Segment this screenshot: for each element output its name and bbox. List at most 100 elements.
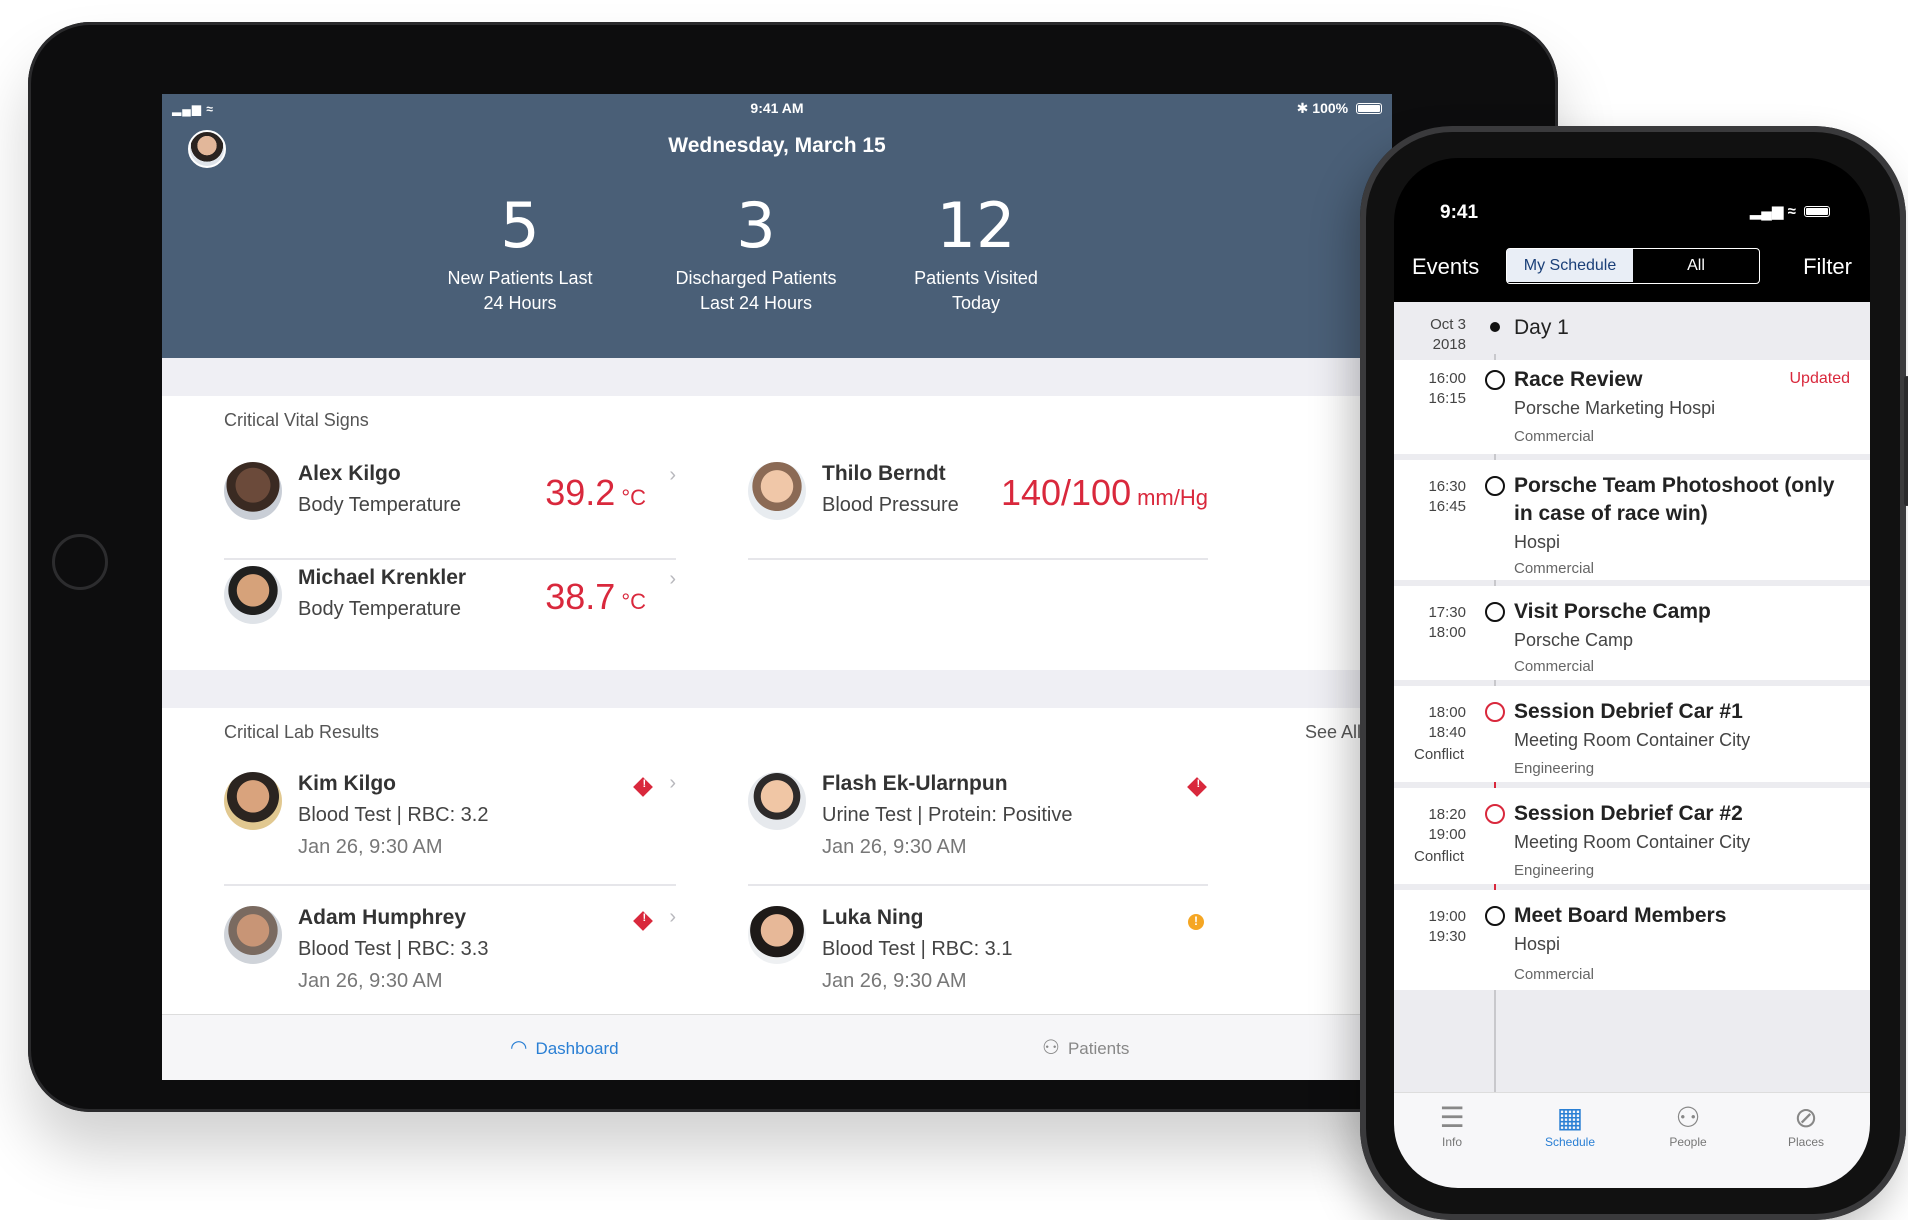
tab-people[interactable]: ⚇ People [1648,1101,1728,1149]
tab-schedule[interactable]: ▦ Schedule [1530,1101,1610,1149]
event-title-line1: Porsche Team Photoshoot (only [1514,474,1835,497]
timeline-circle-icon [1485,476,1505,496]
avatar [224,906,282,964]
timeline-circle-icon [1485,370,1505,390]
people-icon: ⚇ [1675,1102,1701,1133]
timeline-circle-icon [1485,906,1505,926]
event-location: Porsche Camp [1514,630,1634,650]
stat-patients-visited[interactable]: 12 Patients Visited Today [876,190,1076,316]
event-card-conflict[interactable]: 18:00 18:40 Conflict Session Debrief Car… [1394,686,1870,782]
segment-all[interactable]: All [1633,249,1759,282]
battery-status: ✱ 100% [1297,100,1382,117]
stat-label-line2: 24 Hours [483,293,557,313]
home-button[interactable] [52,534,108,590]
event-category: Commercial [1514,966,1595,983]
lab-time: Jan 26, 9:30 AM [822,836,967,858]
event-category: Commercial [1514,658,1595,675]
day-dot-icon [1490,322,1500,332]
lab-row[interactable]: Flash Ek-Ularnpun Urine Test | Protein: … [748,764,1208,874]
vital-value: 39.2 °C [545,472,646,514]
stat-value: 3 [736,189,776,262]
vital-number: 140/100 [1000,472,1132,513]
lab-row[interactable]: Kim Kilgo Blood Test | RBC: 3.2 Jan 26, … [224,764,676,874]
stat-value: 12 [936,189,1016,262]
divider [748,884,1208,886]
updated-badge: Updated [1789,370,1851,387]
vital-row[interactable]: Michael Krenkler Body Temperature 38.7 °C… [224,558,676,658]
lab-row[interactable]: Luka Ning Blood Test | RBC: 3.1 Jan 26, … [748,898,1208,1008]
event-card[interactable]: 17:30 18:00 Visit Porsche Camp Porsche C… [1394,586,1870,680]
patient-name: Michael Krenkler [298,566,467,589]
event-location: Hospi [1514,532,1561,552]
event-title-line2: in case of race win) [1514,502,1708,525]
section-title-vitals: Critical Vital Signs [224,410,369,430]
dashboard-gauge-icon: ◠ [510,1037,528,1059]
calendar-icon: ▦ [1556,1102,1584,1133]
tab-label: People [1669,1135,1707,1149]
lab-time: Jan 26, 9:30 AM [298,970,443,992]
nav-title[interactable]: Events [1412,254,1479,280]
day-date: Oct 3 [1430,316,1466,333]
lab-time: Jan 26, 9:30 AM [822,970,967,992]
conflict-label: Conflict [1414,848,1465,865]
stat-value: 5 [500,189,540,262]
event-card-conflict[interactable]: 18:20 19:00 Conflict Session Debrief Car… [1394,788,1870,884]
section-divider [162,670,1392,708]
critical-diamond-icon [1187,777,1207,797]
tab-label: Info [1441,1135,1462,1149]
vital-row[interactable]: Alex Kilgo Body Temperature 39.2 °C › [224,454,676,554]
stat-label-line1: Patients Visited [914,268,1038,288]
event-card[interactable]: 16:30 16:45 Porsche Team Photoshoot (onl… [1394,460,1870,580]
bluetooth-icon: ✱ [1296,100,1309,116]
patient-name: Luka Ning [822,906,924,929]
patient-name: Flash Ek-Ularnpun [822,772,1008,795]
event-start: 18:20 [1428,806,1466,823]
patient-name: Thilo Berndt [822,462,946,485]
event-end: 16:45 [1428,498,1466,515]
event-location: Meeting Room Container City [1514,832,1751,852]
event-card[interactable]: 16:00 16:15 Race Review Updated Porsche … [1394,360,1870,454]
tab-patients[interactable]: ⚇ Patients [1042,1035,1129,1060]
vital-number: 39.2 [545,472,616,513]
tab-dashboard[interactable]: ◠ Dashboard [510,1035,619,1060]
status-time: 9:41 [1440,202,1479,223]
vital-unit: °C [621,485,646,510]
event-category: Engineering [1514,862,1595,879]
notch [1504,158,1760,216]
event-start: 18:00 [1428,704,1466,721]
event-end: 19:00 [1428,826,1466,843]
segment-my-schedule[interactable]: My Schedule [1507,249,1633,282]
day-header: Oct 3 2018 Day 1 [1394,302,1870,354]
event-end: 18:40 [1428,724,1466,741]
lab-row[interactable]: Adam Humphrey Blood Test | RBC: 3.3 Jan … [224,898,676,1008]
phone-tab-bar: ☰ Info ▦ Schedule ⚇ People ⊘ Places [1394,1092,1870,1188]
compass-icon: ⊘ [1794,1102,1818,1133]
signal-wifi-battery-icons: ▂▄▆ ≈ [1750,202,1830,220]
event-title: Meet Board Members [1514,904,1727,927]
event-card[interactable]: 19:00 19:30 Meet Board Members Hospi Com… [1394,890,1870,990]
stat-new-patients[interactable]: 5 New Patients Last 24 Hours [420,190,620,316]
iphone-device: 9:41 ▂▄▆ ≈ Events My Schedule All Filter… [1360,126,1908,1220]
lab-test: Blood Test | RBC: 3.3 [298,938,489,960]
tab-info[interactable]: ☰ Info [1412,1101,1492,1149]
vital-unit: mm/Hg [1137,485,1208,510]
event-start: 16:00 [1428,370,1466,387]
battery-icon [1356,103,1382,114]
ipad-device: ▂▄▆ ≈ 9:41 AM ✱ 100% Wednesday, March 15… [28,22,1558,1112]
warning-dot-icon [1188,914,1204,930]
battery-icon [1804,206,1830,217]
day-year: 2018 [1432,336,1466,353]
filter-button[interactable]: Filter [1803,254,1852,280]
vital-row[interactable]: Thilo Berndt Blood Pressure 140/100 mm/Hg [748,454,1208,554]
schedule-segmented-control: My Schedule All [1506,248,1760,284]
event-title: Session Debrief Car #1 [1514,700,1743,723]
tab-places[interactable]: ⊘ Places [1766,1101,1846,1149]
patient-name: Adam Humphrey [298,906,467,929]
vital-number: 38.7 [545,576,616,617]
stat-discharged-patients[interactable]: 3 Discharged Patients Last 24 Hours [656,190,856,316]
stat-label-line2: Today [951,293,1001,313]
vital-value: 38.7 °C [545,576,646,618]
page-title: Wednesday, March 15 [668,134,886,157]
critical-diamond-icon [633,911,653,931]
patient-name: Alex Kilgo [298,462,401,485]
